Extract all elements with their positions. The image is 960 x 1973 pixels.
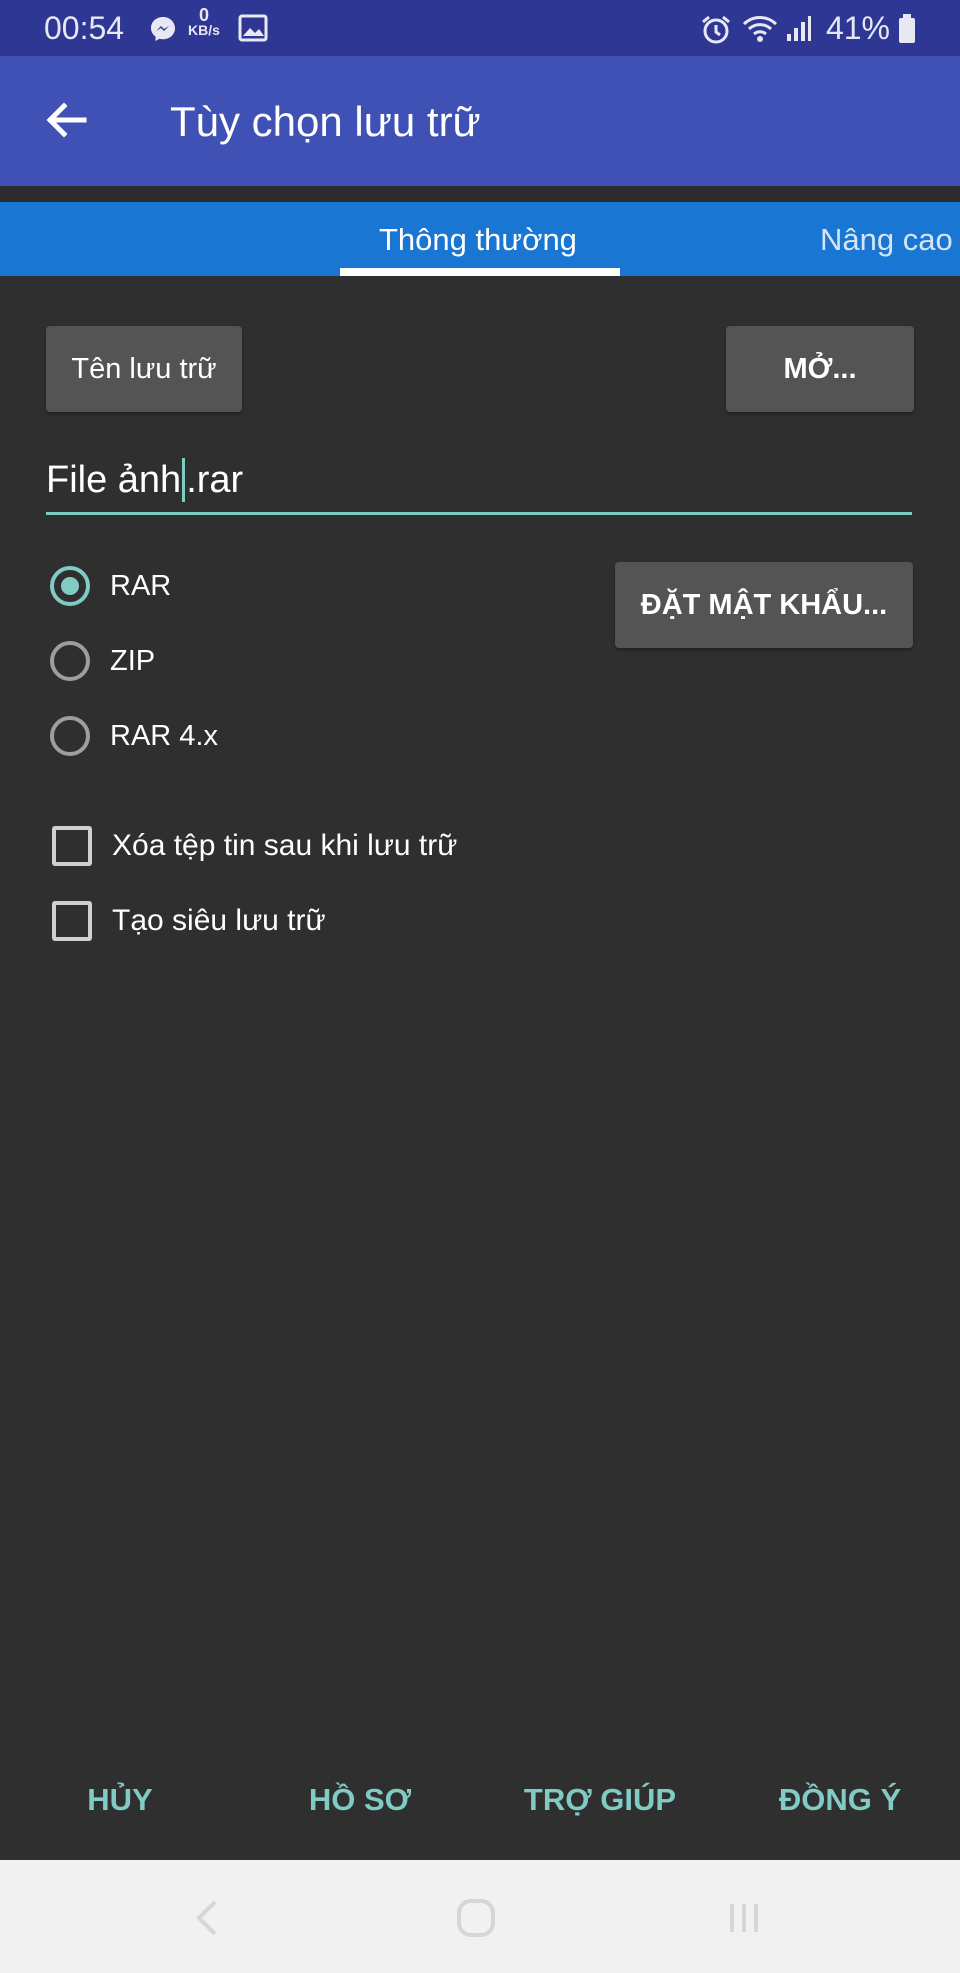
wifi-icon bbox=[742, 14, 778, 49]
set-password-button[interactable]: ĐẶT MẬT KHẨU... bbox=[615, 562, 913, 648]
ok-button[interactable]: ĐỒNG Ý bbox=[779, 1782, 901, 1818]
format-label: RAR bbox=[110, 569, 172, 602]
checkbox[interactable] bbox=[52, 826, 92, 866]
radio-button-checked[interactable] bbox=[50, 566, 90, 606]
page-title: Tùy chọn lưu trữ bbox=[170, 98, 481, 145]
tab-indicator bbox=[340, 268, 620, 276]
format-option-rar4[interactable]: RAR 4.x bbox=[50, 716, 218, 756]
format-label: RAR 4.x bbox=[110, 719, 218, 752]
format-label: ZIP bbox=[110, 644, 156, 677]
filename-text-after: .rar bbox=[186, 458, 244, 501]
status-bar: 00:54 0 KB/s 41% bbox=[0, 0, 960, 56]
battery-level: 41% bbox=[825, 10, 890, 46]
option-create-solid-archive[interactable]: Tạo siêu lưu trữ bbox=[52, 901, 326, 941]
gallery-icon bbox=[238, 14, 268, 47]
format-option-rar[interactable]: RAR bbox=[50, 566, 171, 606]
tab-advanced[interactable]: Nâng cao bbox=[820, 222, 953, 258]
format-option-zip[interactable]: ZIP bbox=[50, 641, 155, 681]
divider bbox=[0, 186, 960, 202]
radio-button[interactable] bbox=[50, 716, 90, 756]
filename-text-before: File ảnh bbox=[46, 458, 182, 501]
help-button[interactable]: TRỢ GIÚP bbox=[524, 1782, 676, 1818]
option-delete-after-archiving[interactable]: Xóa tệp tin sau khi lưu trữ bbox=[52, 826, 457, 866]
dialog-actions: HỦY HỒ SƠ TRỢ GIÚP ĐỒNG Ý bbox=[0, 1760, 960, 1860]
nav-recents-icon[interactable] bbox=[716, 1890, 772, 1946]
archive-name-button[interactable]: Tên lưu trữ bbox=[46, 326, 242, 412]
tab-bar: Thông thường Nâng cao bbox=[0, 202, 960, 276]
text-caret bbox=[182, 458, 186, 502]
option-label: Tạo siêu lưu trữ bbox=[112, 904, 326, 937]
tab-general[interactable]: Thông thường bbox=[379, 222, 577, 258]
messenger-icon bbox=[148, 14, 178, 49]
option-label: Xóa tệp tin sau khi lưu trữ bbox=[112, 829, 458, 862]
nav-back-icon[interactable] bbox=[180, 1890, 236, 1946]
browse-button[interactable]: MỞ... bbox=[726, 326, 914, 412]
nav-home-icon[interactable] bbox=[448, 1890, 504, 1946]
archive-filename-input[interactable]: File ảnh .rar bbox=[46, 448, 912, 515]
battery-icon bbox=[898, 14, 916, 49]
arrow-left-icon[interactable] bbox=[44, 98, 88, 142]
alarm-icon bbox=[700, 14, 732, 51]
app-bar: Tùy chọn lưu trữ bbox=[0, 56, 960, 186]
status-time: 00:54 bbox=[44, 10, 125, 46]
system-nav-bar bbox=[0, 1860, 960, 1973]
profiles-button[interactable]: HỒ SƠ bbox=[309, 1782, 411, 1818]
net-speed: 0 KB/s bbox=[188, 5, 220, 38]
checkbox[interactable] bbox=[52, 901, 92, 941]
cancel-button[interactable]: HỦY bbox=[87, 1782, 152, 1818]
radio-button[interactable] bbox=[50, 641, 90, 681]
signal-icon bbox=[786, 14, 812, 47]
